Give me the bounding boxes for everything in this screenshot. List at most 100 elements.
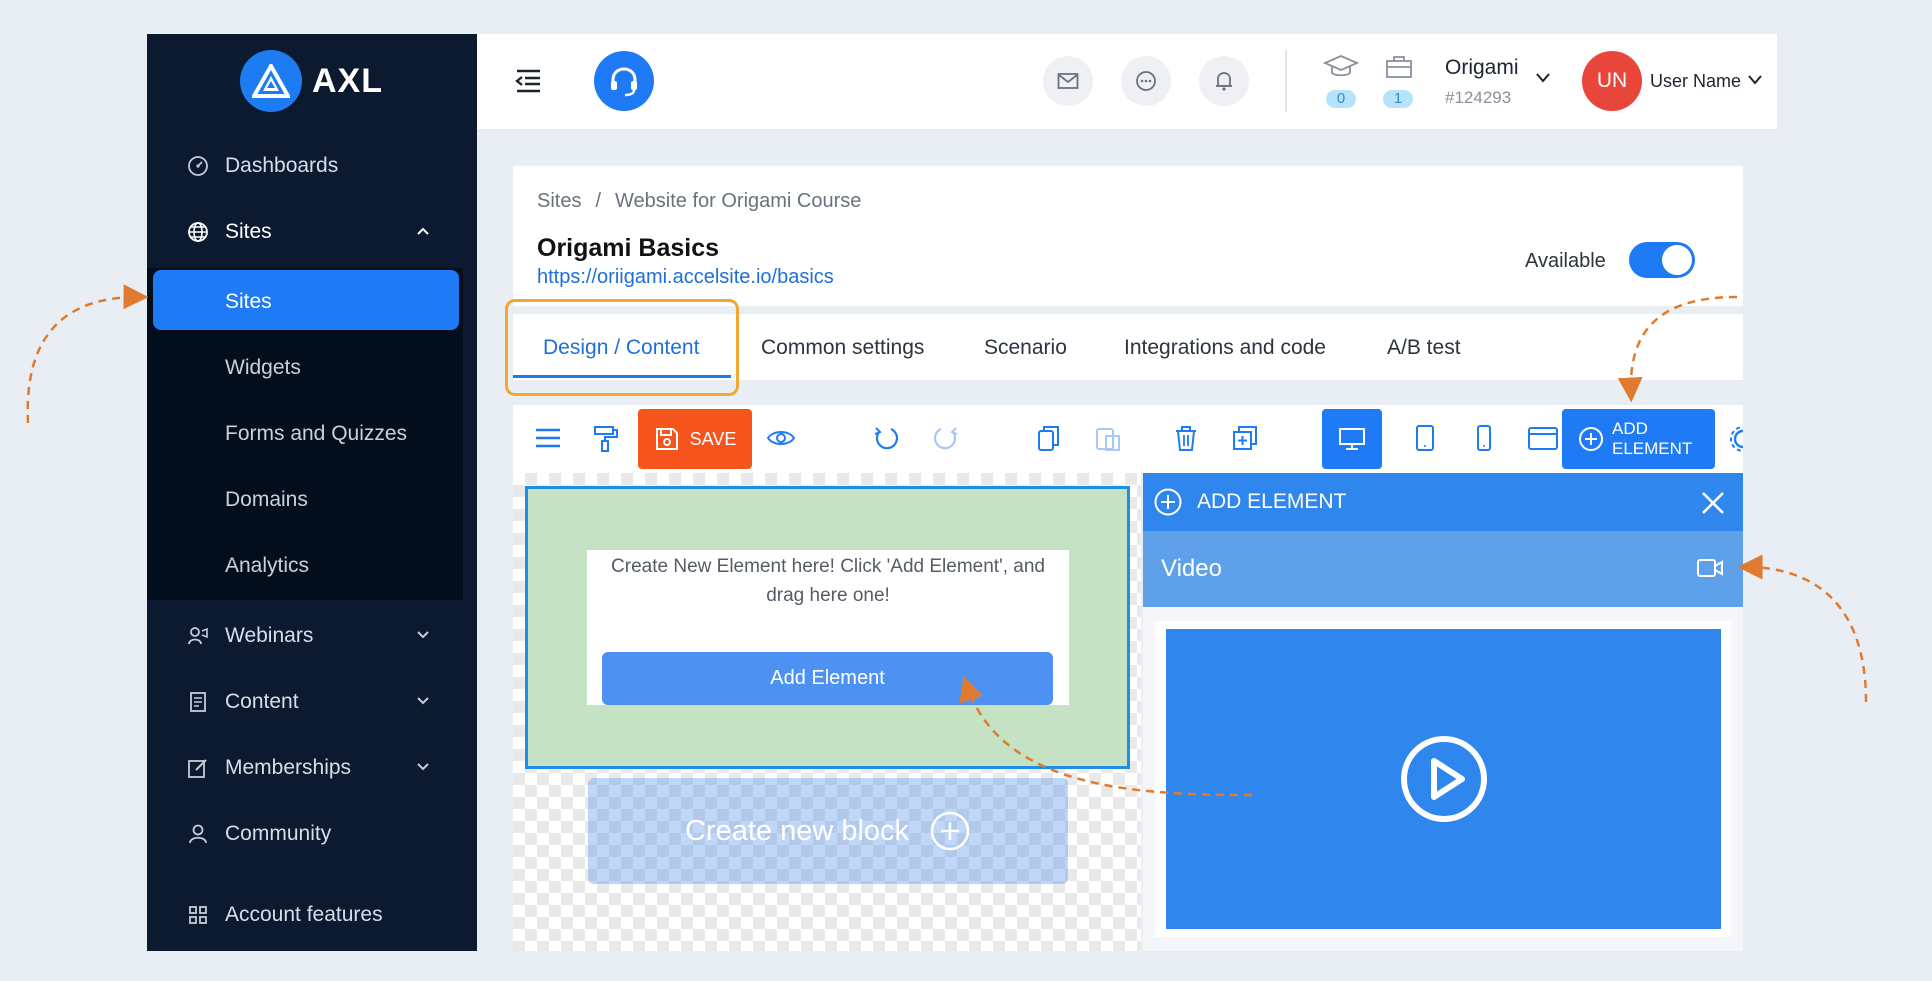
sidebar-item-webinars[interactable]: Webinars [147,611,477,661]
account-name[interactable]: Origami [1445,56,1519,80]
grid-icon [189,906,207,924]
canvas-add-element-button[interactable]: Add Element [602,652,1053,705]
plus-circle-icon [1579,427,1603,451]
add-element-panel: ADD ELEMENT Video [1143,473,1743,951]
headset-icon [611,67,637,97]
mail-button[interactable] [1043,56,1093,106]
menu-collapse-icon[interactable] [513,68,543,94]
brand-name: AXL [312,61,383,100]
video-camera-icon [1697,559,1723,577]
site-url-link[interactable]: https://oriigami.accelsite.io/basics [537,266,834,289]
toggle-knob [1662,245,1692,275]
avatar[interactable]: UN [1582,51,1642,111]
sidebar-item-sites[interactable]: Sites [147,207,477,257]
plus-circle-icon [1154,488,1182,516]
category-video[interactable]: Video [1143,531,1743,607]
sidebar-item-label: Account features [225,903,383,926]
breadcrumb-current[interactable]: Website for Origami Course [615,190,861,213]
plus-circle-icon [930,811,970,851]
sidebar-item-memberships[interactable]: Memberships [147,743,477,793]
sidebar-item-account-features[interactable]: Account features [147,890,477,940]
copy-icon[interactable] [1034,423,1064,453]
breadcrumb: Sites / Website for Origami Course [537,190,861,213]
topbar: 0 1 Origami #124293 UN User Name [477,34,1777,129]
video-element-card[interactable] [1155,621,1731,937]
sidebar-item-dashboards[interactable]: Dashboards [147,141,477,191]
tab-scenario[interactable]: Scenario [984,336,1067,360]
mobile-icon[interactable] [1469,423,1499,453]
briefcase-icon[interactable] [1385,55,1413,79]
trash-icon[interactable] [1171,423,1201,453]
courses-count-badge: 0 [1326,90,1356,108]
support-button[interactable] [594,51,654,111]
panel-header: ADD ELEMENT [1143,473,1743,531]
editor-canvas[interactable]: Create New Element here! Click 'Add Elem… [513,473,1141,951]
sidebar-item-community[interactable]: Community [147,809,477,859]
chat-button[interactable] [1121,56,1171,106]
paste-icon[interactable] [1093,423,1123,453]
chevron-down-icon[interactable] [1535,72,1551,84]
graduation-cap-icon[interactable] [1323,54,1359,80]
brand-logo[interactable]: AXL [240,50,383,112]
breadcrumb-root[interactable]: Sites [537,190,581,213]
settings-gear-icon[interactable] [1728,424,1743,454]
chevron-down-icon[interactable] [1747,74,1763,86]
submenu-item-widgets[interactable]: Widgets [225,356,301,380]
add-element-label-line1: ADD [1612,419,1648,438]
close-icon[interactable] [1700,490,1726,516]
dashboard-icon [188,156,208,176]
duplicate-icon[interactable] [1230,423,1260,453]
webinar-icon [188,627,208,645]
arrow-to-sites [26,284,149,424]
create-new-block-button[interactable]: Create new block [588,778,1068,884]
mail-icon [1057,73,1079,89]
arrow-to-video [1737,554,1868,703]
chat-icon [1136,71,1156,91]
add-element-button[interactable]: ADD ELEMENT [1562,409,1715,469]
tablet-icon[interactable] [1410,423,1440,453]
placeholder-prompt: Create New Element here! Click 'Add Elem… [611,556,1045,606]
sidebar-item-label: Community [225,822,332,845]
play-circle-icon [1400,736,1487,822]
axl-logo-icon [240,50,302,112]
user-icon [189,824,207,844]
chevron-down-icon [417,697,429,705]
user-name[interactable]: User Name [1650,71,1741,92]
video-element-preview[interactable] [1166,629,1721,929]
editor-toolbar: SAVE ADD ELEMENT [513,405,1743,473]
panel-title: ADD ELEMENT [1197,490,1347,513]
chevron-up-icon [417,227,429,235]
sidebar: AXL Dashboards Sites Sites Widgets Forms… [147,34,477,951]
selected-block[interactable]: Create New Element here! Click 'Add Elem… [525,486,1130,769]
notifications-button[interactable] [1199,56,1249,106]
browser-window-icon[interactable] [1527,423,1559,453]
submenu-item-domains[interactable]: Domains [225,488,308,512]
submenu-item-sites[interactable]: Sites [225,290,272,314]
redo-icon[interactable] [931,423,961,453]
sidebar-item-label: Dashboards [225,154,339,177]
tab-ab-test[interactable]: A/B test [1387,336,1461,360]
available-label: Available [1525,250,1606,272]
save-button[interactable]: SAVE [638,409,752,469]
paint-roller-icon[interactable] [591,423,621,453]
undo-icon[interactable] [871,423,901,453]
desktop-view-button[interactable] [1322,409,1382,469]
page-title: Origami Basics [537,234,720,262]
bell-icon [1216,72,1232,91]
sidebar-item-content[interactable]: Content [147,677,477,727]
submenu-item-analytics[interactable]: Analytics [225,554,309,578]
sidebar-item-label: Sites [225,220,272,243]
tab-integrations[interactable]: Integrations and code [1124,336,1326,360]
empty-block-placeholder: Create New Element here! Click 'Add Elem… [587,550,1069,705]
submenu-item-forms[interactable]: Forms and Quizzes [225,422,407,446]
hamburger-menu-icon[interactable] [533,423,563,453]
account-id: #124293 [1445,88,1512,107]
preview-eye-icon[interactable] [766,423,796,453]
topbar-divider [1285,50,1287,112]
sidebar-item-label: Memberships [225,756,352,779]
create-block-label: Create new block [684,814,910,847]
floppy-disk-icon [655,428,678,450]
page-header-card: Sites / Website for Origami Course Origa… [513,166,1743,306]
available-toggle[interactable] [1629,242,1695,278]
tab-common-settings[interactable]: Common settings [761,336,924,360]
